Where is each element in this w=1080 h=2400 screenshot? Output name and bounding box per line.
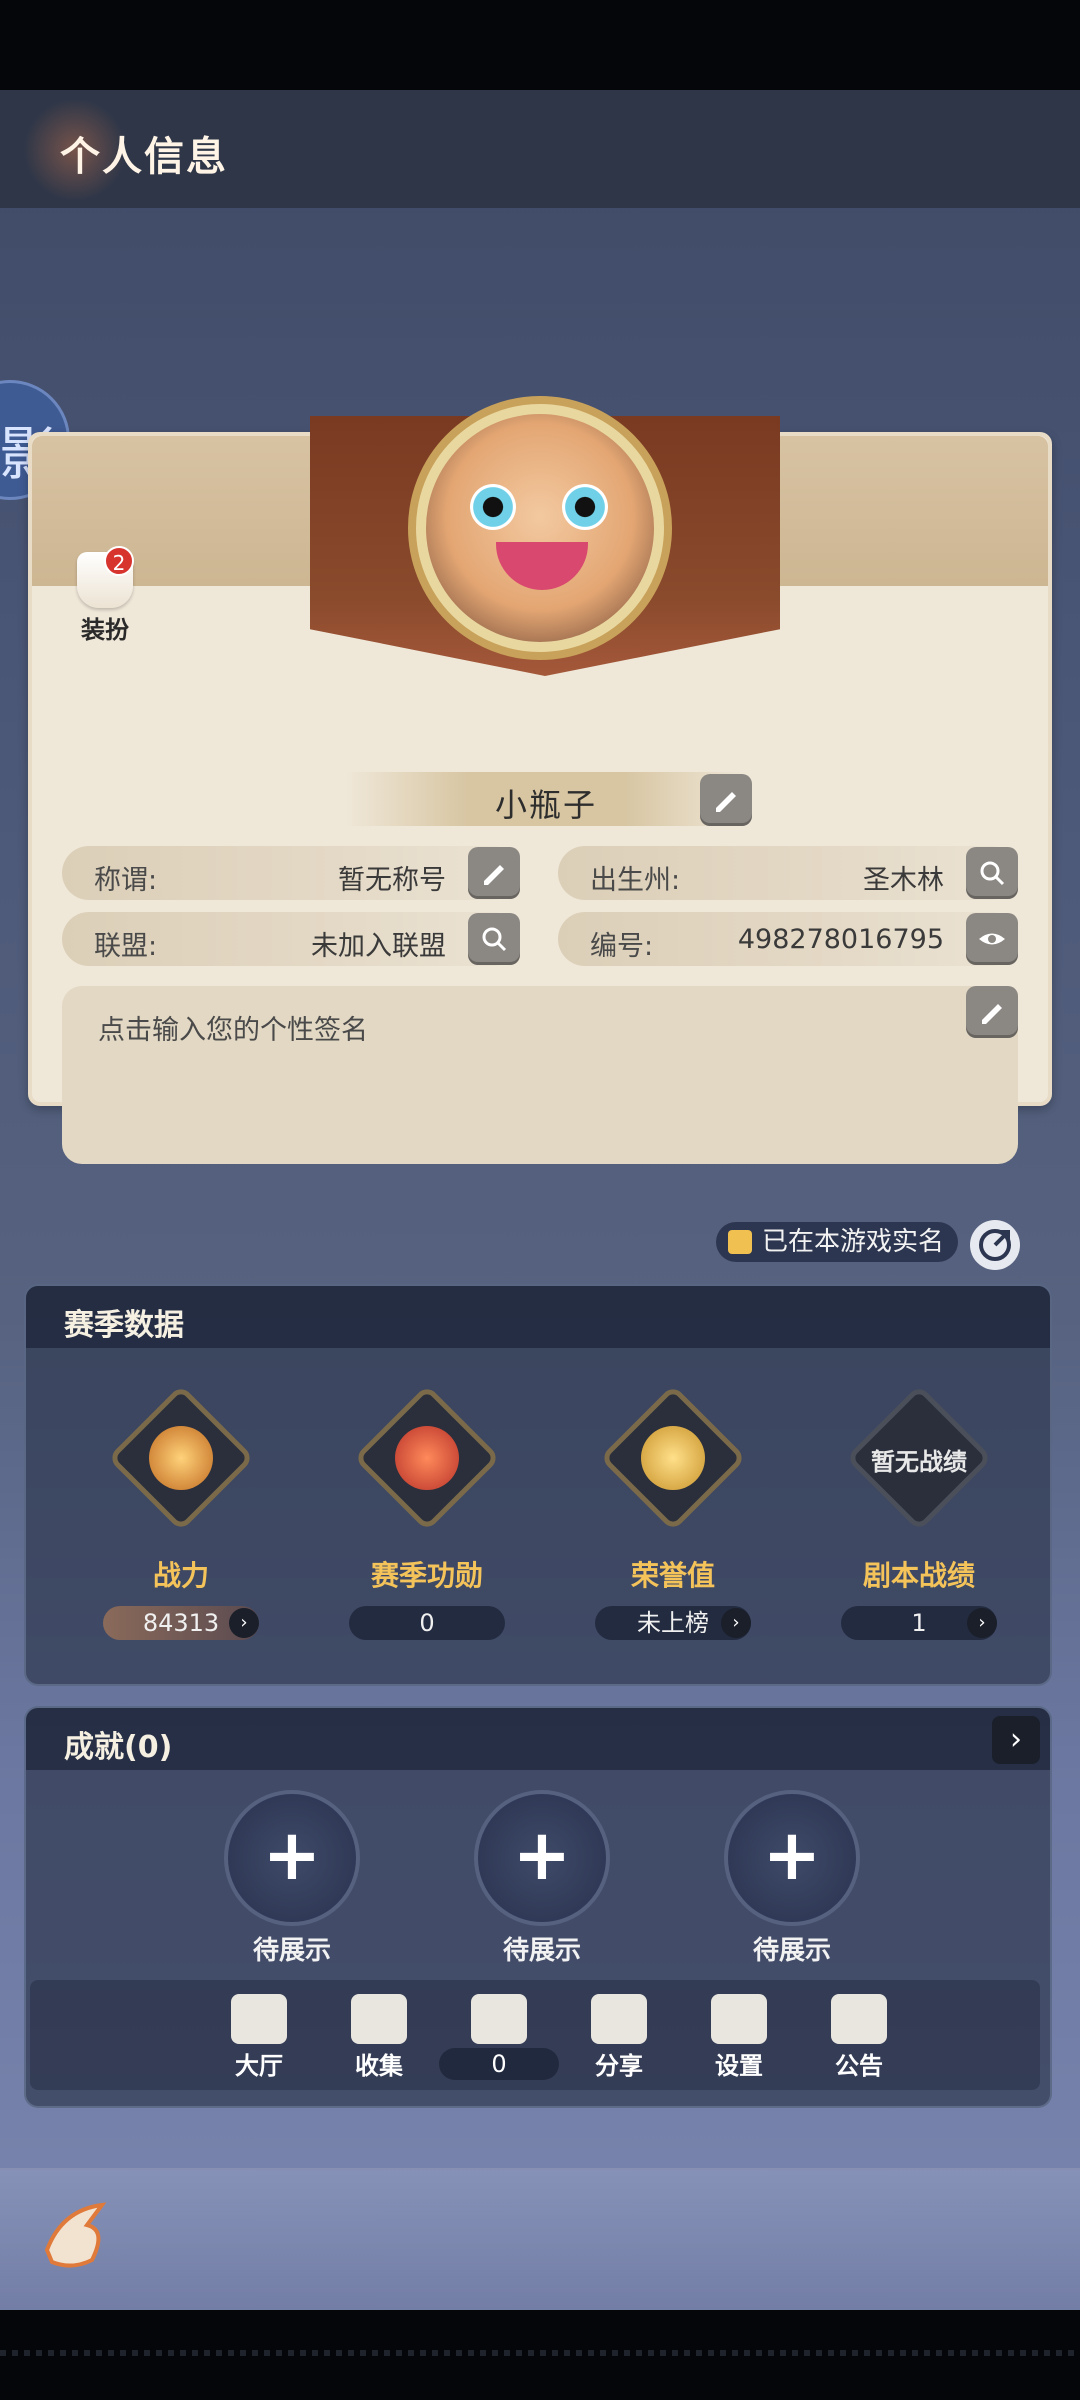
dock-like[interactable]: 0 (439, 1994, 559, 2080)
share-icon (591, 1994, 647, 2044)
plus-icon: + (762, 1814, 822, 1896)
id-card-icon (728, 1230, 752, 1254)
game-logo-icon[interactable] (32, 2190, 122, 2280)
title-field: 称谓: 暂无称号 (62, 846, 520, 900)
gem-icon (395, 1426, 459, 1490)
realname-status: 已在本游戏实名 (716, 1222, 959, 1262)
stat-honor[interactable]: 荣誉值 未上榜 › (578, 1378, 768, 1640)
like-count: 0 (439, 2048, 559, 2080)
bottom-band (0, 2168, 1080, 2310)
sword-icon (149, 1426, 213, 1490)
edit-title-button[interactable] (468, 847, 520, 899)
chevron-right-icon[interactable]: › (721, 1608, 751, 1638)
nickname-row: 小瓶子 (346, 772, 746, 826)
signature-input[interactable]: 点击输入您的个性签名 (62, 986, 1018, 1164)
dress-up-label: 装扮 (81, 616, 129, 644)
stat-power[interactable]: 战力 84313 › (86, 1378, 276, 1640)
bottom-dock: 大厅 收集 0 分享 设置 公告 (30, 1980, 1040, 2090)
achievements-next-button[interactable]: › (992, 1716, 1040, 1764)
nickname: 小瓶子 (494, 786, 597, 824)
dock-share[interactable]: 分享 (574, 1994, 664, 2081)
id-field: 编号: 498278016795 (558, 912, 1018, 966)
alliance-field: 联盟: 未加入联盟 (62, 912, 520, 966)
birthplace-field: 出生州: 圣木林 (558, 846, 1018, 900)
edit-icon (484, 865, 504, 885)
edit-icon (716, 792, 736, 812)
share-icon (979, 1229, 1011, 1261)
status-bar (0, 0, 1080, 90)
trophy-icon (641, 1426, 705, 1490)
notice-board-icon (831, 1994, 887, 2044)
dock-lobby[interactable]: 大厅 (214, 1994, 304, 2081)
stat-merit[interactable]: 赛季功勋 0 (332, 1378, 522, 1640)
stat-value: 未上榜 › (595, 1606, 751, 1640)
stat-value: 1 › (841, 1606, 997, 1640)
dock-notice[interactable]: 公告 (814, 1994, 904, 2081)
edit-signature-button[interactable] (966, 986, 1018, 1038)
avatar-image (426, 414, 654, 642)
stat-script-record[interactable]: 暂无战绩 剧本战绩 1 › (824, 1378, 1014, 1640)
achievement-slot[interactable]: + 待展示 (462, 1790, 622, 1967)
stat-value: 0 (349, 1606, 505, 1640)
plus-icon: + (262, 1814, 322, 1896)
share-profile-button[interactable] (970, 1220, 1020, 1270)
thumbs-up-icon (471, 1994, 527, 2044)
plus-icon: + (512, 1814, 572, 1896)
season-title: 赛季数据 (64, 1308, 184, 1343)
header: 个人信息 (0, 90, 1080, 208)
chevron-right-icon[interactable]: › (229, 1608, 259, 1638)
avatar[interactable] (408, 396, 672, 660)
search-icon (482, 927, 507, 952)
achievement-slot[interactable]: + 待展示 (712, 1790, 872, 1967)
dock-settings[interactable]: 设置 (694, 1994, 784, 2081)
notification-badge: 2 (104, 546, 134, 576)
edit-icon (982, 1004, 1002, 1024)
dock-collection[interactable]: 收集 (334, 1994, 424, 2081)
navigation-bar (0, 2310, 1080, 2400)
view-alliance-button[interactable] (468, 913, 520, 965)
achievements-title: 成就(0) (64, 1730, 173, 1765)
gear-icon (711, 1994, 767, 2044)
page-title: 个人信息 (60, 134, 228, 180)
stat-value: 84313 › (103, 1606, 259, 1640)
search-icon (980, 861, 1005, 886)
eye-icon (979, 933, 1005, 945)
chevron-right-icon[interactable]: › (967, 1608, 997, 1638)
no-record-text: 暂无战绩 (871, 1448, 967, 1476)
cards-icon (351, 1994, 407, 2044)
achievement-slot[interactable]: + 待展示 (212, 1790, 372, 1967)
castle-icon (231, 1994, 287, 2044)
profile-screen: 个人信息 影 装扮 2 小瓶子 称谓: 暂无称号 出生州: 圣木林 (0, 90, 1080, 2310)
view-birthplace-button[interactable] (966, 847, 1018, 899)
toggle-id-visibility-button[interactable] (966, 913, 1018, 965)
season-panel: 赛季数据 战力 84313 › 赛季功勋 0 荣誉值 未上榜 › 暂无战绩 剧本战绩… (24, 1284, 1052, 1686)
edit-nickname-button[interactable] (700, 774, 752, 826)
